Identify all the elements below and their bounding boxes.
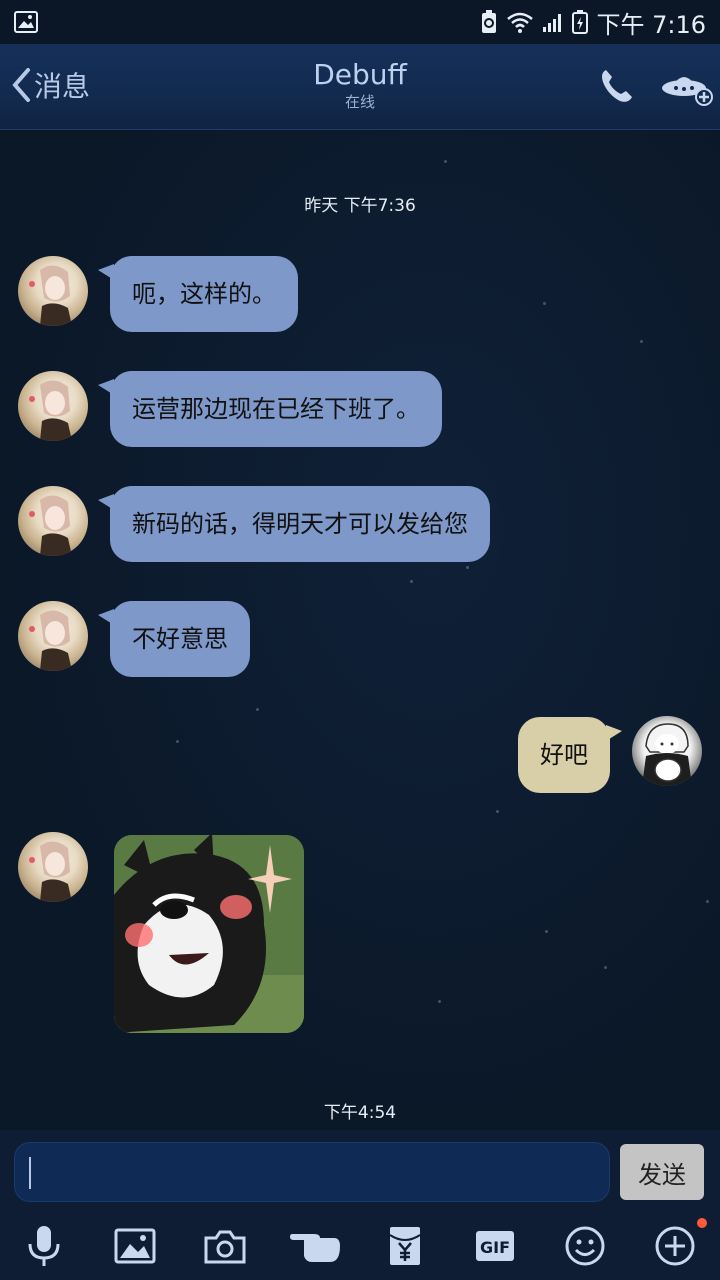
poke-button[interactable] bbox=[290, 1222, 342, 1270]
incoming-message[interactable]: 不好意思 bbox=[98, 601, 250, 677]
background-star bbox=[640, 340, 643, 343]
microphone-icon bbox=[28, 1226, 60, 1266]
voice-button[interactable] bbox=[20, 1222, 68, 1270]
notification-dot bbox=[697, 1218, 707, 1228]
anime-avatar-icon bbox=[29, 841, 72, 902]
contact-avatar[interactable] bbox=[18, 256, 88, 326]
contact-avatar[interactable] bbox=[18, 601, 88, 671]
photo-button[interactable] bbox=[111, 1222, 159, 1270]
input-bar: 发送 bbox=[0, 1130, 720, 1212]
bottom-toolbar: GIF bbox=[0, 1212, 720, 1280]
battery-charging-icon bbox=[572, 10, 589, 34]
background-star bbox=[410, 580, 413, 583]
anime-avatar-icon bbox=[29, 610, 72, 671]
gif-label: GIF bbox=[480, 1238, 510, 1257]
chat-timestamp: 下午4:54 bbox=[323, 1103, 397, 1123]
background-star bbox=[444, 160, 447, 163]
contact-avatar[interactable] bbox=[18, 832, 88, 902]
wifi-icon bbox=[507, 12, 534, 33]
message-input[interactable] bbox=[14, 1142, 610, 1202]
send-button[interactable]: 发送 bbox=[620, 1144, 704, 1200]
chat-timestamp: 昨天 下午7:36 bbox=[304, 196, 416, 216]
outgoing-message[interactable]: 好吧 bbox=[518, 717, 622, 793]
call-button[interactable] bbox=[596, 66, 636, 106]
gif-icon: GIF bbox=[476, 1231, 514, 1261]
background-star bbox=[438, 1000, 441, 1003]
text-caret bbox=[29, 1157, 31, 1189]
gif-button[interactable]: GIF bbox=[471, 1222, 519, 1270]
phone-icon bbox=[602, 70, 632, 102]
recycle-battery-saver-icon bbox=[482, 10, 497, 33]
anime-avatar-icon bbox=[29, 380, 72, 441]
red-envelope-icon bbox=[389, 1227, 421, 1265]
manga-avatar-icon bbox=[642, 723, 692, 786]
incoming-message[interactable]: 运营那边现在已经下班了。 bbox=[98, 371, 442, 447]
emoji-icon bbox=[565, 1226, 605, 1266]
title-bar: 消息 Debuff 在线 bbox=[0, 44, 720, 130]
husky-sticker-image bbox=[114, 835, 304, 1033]
status-bar: 下午 7:16 bbox=[0, 0, 720, 44]
my-avatar[interactable] bbox=[632, 716, 702, 786]
signal-icon bbox=[543, 14, 562, 32]
ufo-add-button[interactable] bbox=[660, 64, 714, 108]
incoming-message[interactable]: 呃，这样的。 bbox=[98, 256, 298, 332]
incoming-message[interactable]: 新码的话，得明天才可以发给您 bbox=[98, 486, 490, 562]
background-star bbox=[466, 566, 469, 569]
contact-avatar[interactable] bbox=[18, 486, 88, 556]
poke-hand-icon bbox=[290, 1234, 340, 1262]
gallery-notification-icon bbox=[14, 11, 38, 33]
background-star bbox=[604, 966, 607, 969]
camera-button[interactable] bbox=[201, 1222, 249, 1270]
status-time: 下午 7:16 bbox=[596, 10, 706, 39]
contact-avatar[interactable] bbox=[18, 371, 88, 441]
image-message-husky-sticker[interactable] bbox=[114, 835, 304, 1033]
background-star bbox=[545, 930, 548, 933]
background-star bbox=[706, 900, 709, 903]
image-icon bbox=[114, 1228, 156, 1264]
background-star bbox=[256, 708, 259, 711]
red-envelope-button[interactable] bbox=[381, 1222, 429, 1270]
background-star bbox=[176, 740, 179, 743]
ufo-plus-icon bbox=[662, 77, 713, 106]
anime-avatar-icon bbox=[29, 265, 72, 326]
anime-avatar-icon bbox=[29, 495, 72, 556]
background-star bbox=[496, 810, 499, 813]
background-star bbox=[543, 302, 546, 305]
emoji-button[interactable] bbox=[561, 1222, 609, 1270]
plus-icon bbox=[655, 1226, 695, 1266]
chat-area[interactable]: 昨天 下午7:36 呃，这样的。 运营那边现在已经下班了。 新码的话，得明天才可… bbox=[0, 130, 720, 1130]
camera-icon bbox=[204, 1230, 246, 1264]
more-button[interactable] bbox=[651, 1222, 699, 1270]
